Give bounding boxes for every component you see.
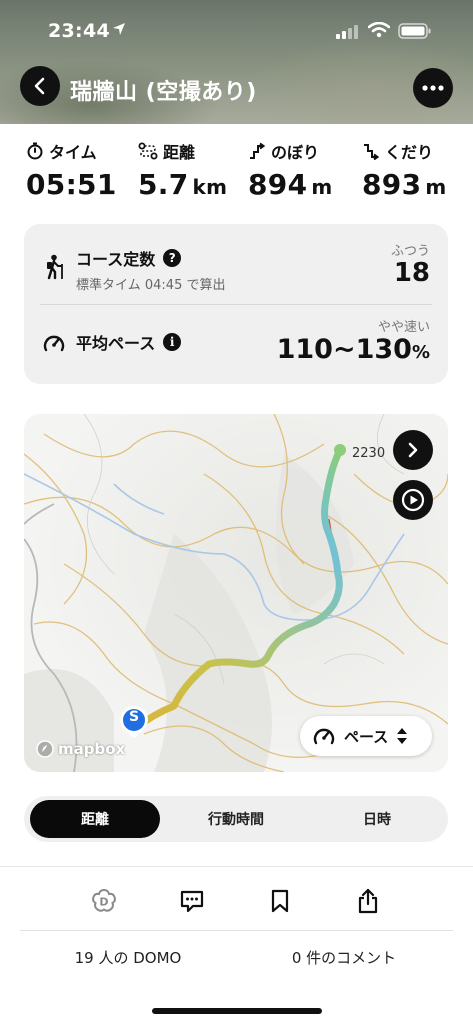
segment-datetime[interactable]: 日時 xyxy=(312,800,442,838)
stat-time: タイム 05:51 xyxy=(26,140,117,201)
route-icon xyxy=(138,142,158,160)
mapbox-logo-icon xyxy=(36,740,54,758)
pace-toggle-button[interactable]: ペース xyxy=(300,716,432,756)
bottom-action-bar: D 19 人の DOMO 0 件のコメント xyxy=(0,866,473,1024)
course-constant-row[interactable]: コース定数 ? 標準タイム 04:45 で算出 ふつう 18 xyxy=(24,224,448,302)
ascent-icon xyxy=(250,142,266,159)
elevation-label: 2230 xyxy=(352,446,386,461)
route-map[interactable]: S 2230 mapbox ペース xyxy=(24,414,448,772)
stat-label-descent: くだり xyxy=(385,143,434,162)
svg-text:D: D xyxy=(99,896,108,909)
stat-value-descent: 893 m xyxy=(362,168,447,201)
comment-bubble-icon xyxy=(180,890,204,913)
chevron-right-icon xyxy=(408,442,418,458)
stat-descent: くだり 893 m xyxy=(362,140,447,201)
start-marker-label: S xyxy=(128,709,140,725)
help-icon[interactable]: ? xyxy=(163,249,182,267)
activity-stats: タイム 05:51 距離 5.7 km のぼり 894 m くだり 893 m xyxy=(0,140,473,204)
course-constant-level: ふつう xyxy=(390,244,430,259)
cellular-signal-icon xyxy=(336,25,358,39)
comment-count-link[interactable]: 0 件のコメント xyxy=(216,947,472,968)
share-icon xyxy=(358,888,378,914)
bookmark-icon xyxy=(271,889,289,913)
location-arrow-icon xyxy=(113,23,125,35)
hiker-icon xyxy=(47,254,63,280)
domo-button[interactable]: D xyxy=(86,883,122,919)
wifi-icon xyxy=(368,22,390,38)
map-next-button[interactable] xyxy=(393,430,433,470)
stat-label-distance: 距離 xyxy=(163,143,196,162)
stat-value-distance: 5.7 km xyxy=(138,168,228,201)
stat-distance: 距離 5.7 km xyxy=(138,140,227,201)
more-dots-icon xyxy=(422,85,444,91)
stat-value-time: 05:51 xyxy=(26,168,117,201)
bookmark-button[interactable] xyxy=(262,883,298,919)
stat-ascent: のぼり 894 m xyxy=(248,140,333,201)
average-pace-title: 平均ペース xyxy=(76,334,156,353)
domo-flower-icon: D xyxy=(92,888,116,912)
play-icon xyxy=(401,488,425,512)
battery-icon xyxy=(398,23,431,39)
segment-distance[interactable]: 距離 xyxy=(30,800,160,838)
footer-divider xyxy=(20,930,453,931)
action-icons: D xyxy=(0,867,473,931)
average-pace-row[interactable]: 平均ペース i やや速い 110~130% xyxy=(24,306,448,384)
sort-updown-icon xyxy=(397,728,408,744)
course-constant-value: 18 xyxy=(393,258,430,288)
stopwatch-icon xyxy=(27,142,43,160)
speedometer-icon xyxy=(43,335,65,352)
status-time: 23:44 xyxy=(48,20,110,42)
comment-button[interactable] xyxy=(174,883,210,919)
average-pace-level: やや速い xyxy=(377,320,430,335)
chart-axis-segmented-control: 距離 行動時間 日時 xyxy=(24,796,448,842)
course-info-card: コース定数 ? 標準タイム 04:45 で算出 ふつう 18 平均ペース i や… xyxy=(24,224,448,384)
speedometer-icon xyxy=(313,728,335,745)
page-title: 瑞牆山 (空撮あり) xyxy=(70,80,257,105)
map-play-button[interactable] xyxy=(393,480,433,520)
back-button[interactable] xyxy=(20,66,60,106)
stat-label-time: タイム xyxy=(49,143,97,162)
card-divider xyxy=(40,304,432,305)
chevron-left-icon xyxy=(34,77,45,95)
course-constant-title: コース定数 xyxy=(76,250,156,269)
nav-bar: 瑞牆山 (空撮あり) xyxy=(0,64,473,112)
mapbox-attribution[interactable]: mapbox xyxy=(36,740,125,758)
share-button[interactable] xyxy=(350,883,386,919)
more-options-button[interactable] xyxy=(413,68,453,108)
status-bar: 23:44 xyxy=(0,0,473,60)
info-icon[interactable]: i xyxy=(163,333,182,351)
stat-label-ascent: のぼり xyxy=(271,143,320,162)
course-constant-subtitle: 標準タイム 04:45 で算出 xyxy=(76,278,226,293)
descent-icon xyxy=(364,144,380,160)
pace-toggle-label: ペース xyxy=(344,727,389,746)
home-indicator[interactable] xyxy=(152,1008,322,1014)
stat-value-ascent: 894 m xyxy=(248,168,333,201)
average-pace-value: 110~130% xyxy=(276,334,430,365)
segment-active-time[interactable]: 行動時間 xyxy=(171,800,301,838)
header-photo-background: 23:44 瑞牆山 (空撮あり) xyxy=(0,0,473,124)
